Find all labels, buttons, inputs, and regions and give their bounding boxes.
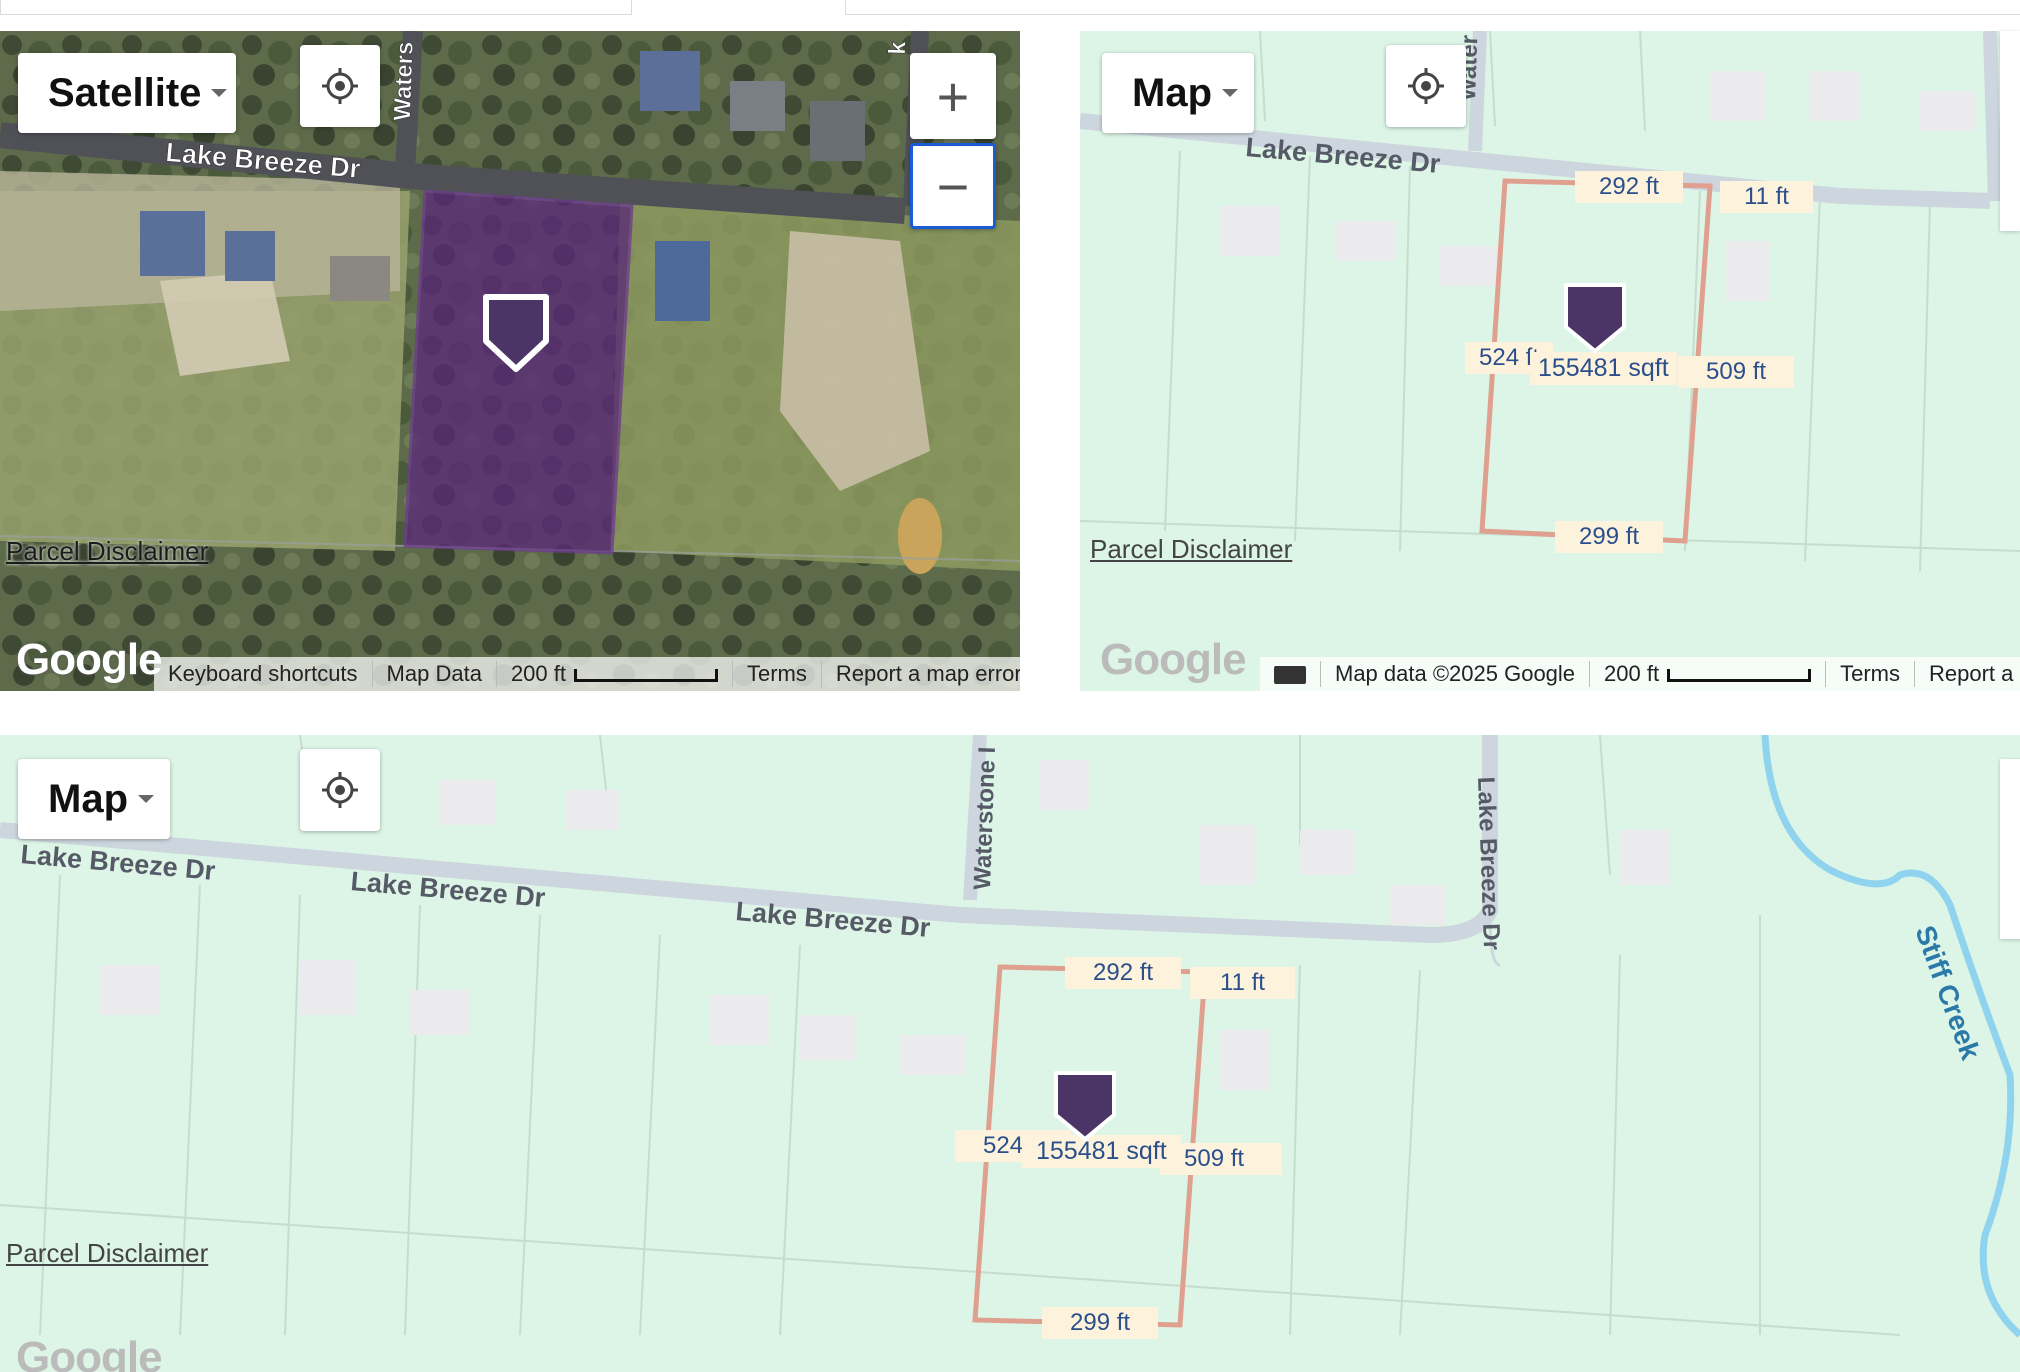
parcel-disclaimer-link[interactable]: Parcel Disclaimer bbox=[6, 1238, 208, 1269]
map-type-label: Satellite bbox=[48, 70, 202, 115]
scale-indicator[interactable]: 200 ft bbox=[1590, 661, 1827, 687]
scale-label: 200 ft bbox=[510, 661, 566, 686]
map-data-link[interactable]: Map Data bbox=[373, 661, 497, 687]
dimension-label-bottom: 299 ft bbox=[1555, 521, 1664, 553]
road-label-waterstone: Waters bbox=[389, 41, 419, 121]
keyboard-icon bbox=[1274, 666, 1306, 685]
locate-button[interactable] bbox=[300, 45, 380, 127]
side-panel-edge bbox=[2000, 759, 2020, 939]
scale-indicator[interactable]: 200 ft bbox=[497, 661, 733, 687]
chevron-down-icon bbox=[1222, 89, 1238, 97]
map-footer: Map data ©2025 Google 200 ft Terms Repor… bbox=[1260, 657, 2020, 691]
road-label-side: k bbox=[884, 40, 911, 55]
crosshair-icon bbox=[322, 772, 358, 808]
dimension-label-top: 292 ft bbox=[1065, 957, 1182, 989]
parcel-disclaimer-link[interactable]: Parcel Disclaimer bbox=[6, 536, 208, 567]
road-map-large[interactable]: Lake Breeze Dr Lake Breeze Dr Lake Breez… bbox=[0, 735, 2020, 1372]
area-label: 155481 sqft bbox=[1530, 352, 1677, 385]
parcel-disclaimer-link[interactable]: Parcel Disclaimer bbox=[1090, 534, 1292, 565]
keyboard-shortcuts-button[interactable] bbox=[1260, 661, 1321, 687]
map-type-dropdown[interactable]: Satellite bbox=[18, 53, 236, 133]
google-logo: Google bbox=[16, 1333, 163, 1372]
map-type-dropdown[interactable]: Map bbox=[18, 759, 170, 839]
locate-button[interactable] bbox=[1386, 45, 1466, 127]
crosshair-icon bbox=[322, 68, 358, 104]
zoom-out-button[interactable]: − bbox=[910, 143, 996, 229]
map-data-link[interactable]: Map data ©2025 Google bbox=[1321, 661, 1591, 687]
top-field-left bbox=[0, 0, 632, 15]
dimension-label-right: 509 ft bbox=[1678, 356, 1795, 388]
scale-bar bbox=[1667, 668, 1812, 682]
chevron-down-icon bbox=[211, 89, 228, 97]
scale-label: 200 ft bbox=[1604, 661, 1660, 686]
report-error-link[interactable]: Report a m bbox=[1915, 661, 2020, 687]
map-type-label: Map bbox=[48, 776, 128, 821]
scale-bar bbox=[573, 668, 718, 682]
crosshair-icon bbox=[1408, 68, 1444, 104]
google-logo: Google bbox=[16, 635, 163, 684]
google-logo: Google bbox=[1100, 635, 1247, 684]
dimension-label-corner: 11 ft bbox=[1190, 967, 1295, 999]
top-field-right bbox=[845, 0, 2020, 15]
locate-button[interactable] bbox=[300, 749, 380, 831]
satellite-map[interactable]: Lake Breeze Dr Waters k Satellite + − Pa… bbox=[0, 31, 1020, 691]
keyboard-shortcuts-link[interactable]: Keyboard shortcuts bbox=[154, 661, 373, 687]
parcel-marker-icon[interactable] bbox=[1052, 1069, 1118, 1143]
map-type-dropdown[interactable]: Map bbox=[1102, 53, 1254, 133]
map-type-label: Map bbox=[1132, 70, 1212, 115]
road-label-waterstone: Waterstone I bbox=[969, 746, 1001, 890]
dimension-label-top: 292 ft bbox=[1575, 171, 1684, 203]
parcel-marker-icon[interactable] bbox=[480, 291, 552, 375]
parcel-marker-icon[interactable] bbox=[1562, 281, 1628, 355]
right-edge-panel bbox=[2000, 31, 2020, 231]
terms-link[interactable]: Terms bbox=[733, 661, 822, 687]
zoom-in-button[interactable]: + bbox=[910, 53, 996, 139]
dimension-label-corner: 11 ft bbox=[1720, 181, 1813, 213]
terms-link[interactable]: Terms bbox=[1826, 661, 1915, 687]
dimension-label-bottom: 299 ft bbox=[1042, 1307, 1159, 1339]
road-map-small[interactable]: Lake Breeze Dr Water ke Breeze D 292 ft … bbox=[1080, 31, 2020, 691]
report-error-link[interactable]: Report a map error bbox=[822, 661, 1020, 687]
chevron-down-icon bbox=[138, 795, 154, 803]
map-footer: Keyboard shortcuts Map Data 200 ft Terms… bbox=[154, 657, 1020, 691]
